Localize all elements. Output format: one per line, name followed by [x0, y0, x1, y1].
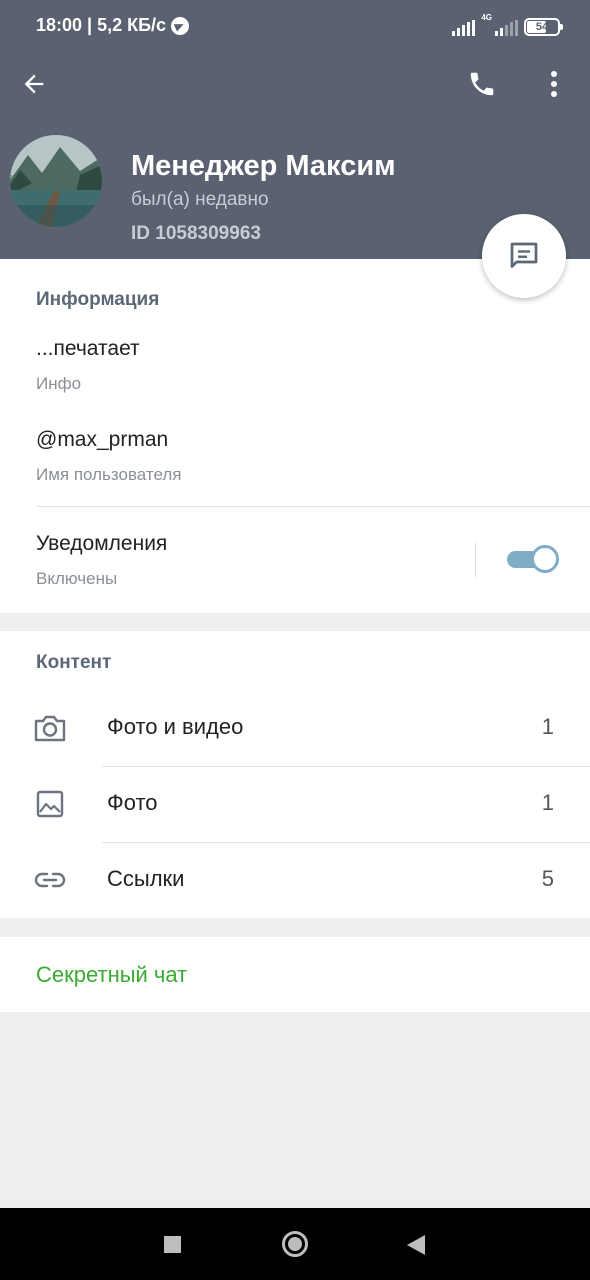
notifications-state: Включены: [36, 569, 118, 588]
username-value[interactable]: @max_prman: [36, 428, 168, 452]
status-time-speed: 18:00 | 5,2 КБ/с: [36, 15, 167, 35]
content-row-photos-videos[interactable]: Фото и видео 1: [0, 690, 590, 766]
content-count: 5: [541, 866, 554, 891]
battery-icon: 54: [524, 18, 563, 36]
secret-chat-button[interactable]: Секретный чат: [36, 962, 187, 988]
home-button[interactable]: [282, 1231, 308, 1257]
divider: [36, 506, 590, 507]
content-label: Фото: [107, 790, 158, 815]
content-count: 1: [541, 714, 554, 739]
bio-label: Инфо: [36, 374, 82, 393]
info-section-title: Информация: [36, 289, 160, 310]
username-label: Имя пользователя: [36, 465, 182, 484]
toggle-knob: [531, 545, 559, 573]
content-row-links[interactable]: Ссылки 5: [0, 842, 590, 918]
network-type-label: 4G: [481, 13, 492, 22]
recent-apps-button[interactable]: [164, 1236, 181, 1253]
info-section: Информация ...печатает Инфо @max_prman И…: [0, 259, 590, 613]
toggle-separator: [475, 543, 476, 577]
notifications-toggle[interactable]: [507, 545, 559, 573]
back-arrow-icon[interactable]: [16, 66, 52, 102]
content-row-photos[interactable]: Фото 1: [0, 766, 590, 842]
camera-icon: [32, 710, 68, 746]
phone-call-icon[interactable]: [464, 66, 500, 102]
signal-2-icon: [495, 20, 518, 36]
notifications-title[interactable]: Уведомления: [36, 532, 167, 556]
send-message-button[interactable]: [482, 214, 566, 298]
profile-last-seen: был(а) недавно: [131, 189, 269, 210]
bio-value[interactable]: ...печатает: [36, 337, 140, 361]
content-section: Контент Фото и видео 1 Фото 1 Ссылки 5: [0, 631, 590, 918]
status-right: 4G 54: [452, 13, 563, 36]
content-count: 1: [541, 790, 554, 815]
more-options-icon[interactable]: [536, 66, 572, 102]
profile-id: ID 1058309963: [131, 223, 261, 244]
battery-level: 54: [535, 21, 549, 33]
image-icon: [32, 786, 68, 822]
profile-name: Менеджер Максим: [131, 150, 396, 182]
status-bar: 18:00 | 5,2 КБ/с 4G 54: [0, 0, 590, 52]
avatar[interactable]: [10, 135, 102, 227]
content-label: Фото и видео: [107, 714, 244, 739]
message-icon: [510, 242, 538, 268]
telegram-notification-icon: [171, 16, 190, 35]
status-left: 18:00 | 5,2 КБ/с: [36, 15, 190, 36]
back-button[interactable]: [407, 1235, 425, 1255]
content-section-title: Контент: [36, 652, 112, 673]
signal-icon: [452, 20, 476, 36]
content-label: Ссылки: [107, 866, 185, 891]
link-icon: [32, 862, 68, 898]
